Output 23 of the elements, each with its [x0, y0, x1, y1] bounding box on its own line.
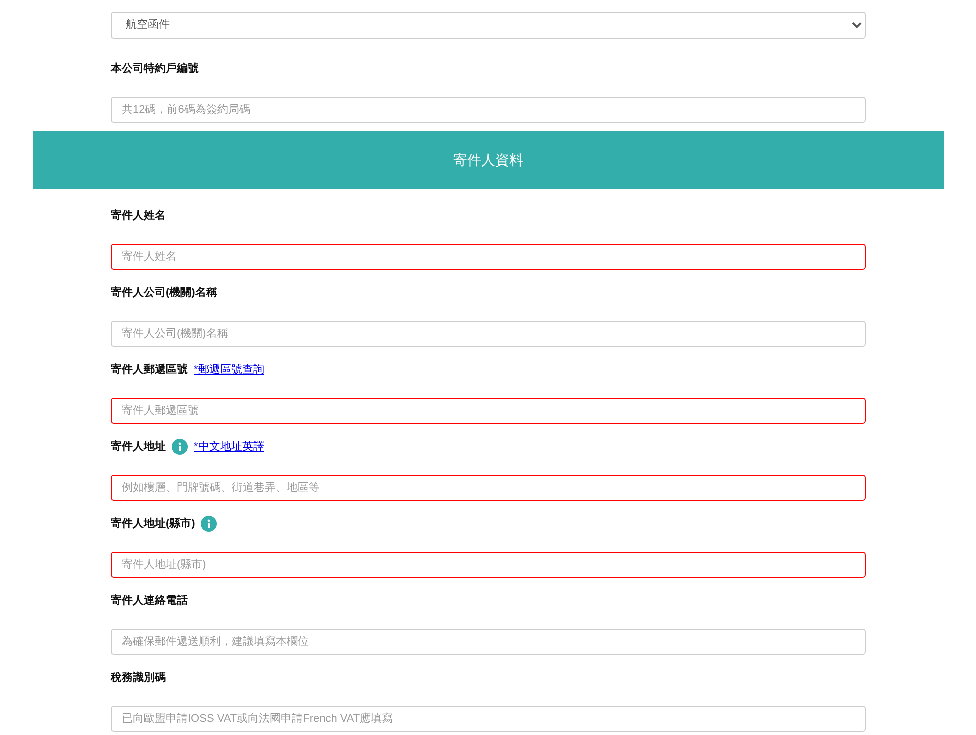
text-input[interactable]: 已向歐盟申請IOSS VAT或向法國申請French VAT應填寫	[111, 706, 866, 732]
text-input[interactable]: 例如樓層、門牌號碼、街道巷弄、地區等	[111, 475, 866, 501]
info-icon[interactable]	[201, 516, 218, 532]
field-label: 寄件人地址(縣市)	[111, 516, 196, 532]
field-label: 寄件人公司(機關)名稱	[111, 286, 218, 301]
text-input[interactable]: 寄件人地址(縣市)	[111, 552, 866, 578]
field-label: 寄件人連絡電話	[111, 594, 188, 609]
help-link[interactable]: *郵遞區號查詢	[194, 360, 264, 380]
field-label: 本公司特約戶編號	[111, 62, 199, 77]
mail-type-select[interactable]: 航空函件	[111, 12, 866, 39]
section-title: 寄件人資料	[454, 150, 524, 170]
text-input[interactable]: 寄件人姓名	[111, 244, 866, 270]
field-label: 寄件人郵遞區號	[111, 362, 188, 378]
help-link[interactable]: *中文地址英譯	[194, 437, 264, 457]
field-label: 寄件人姓名	[111, 208, 166, 224]
text-input[interactable]: 寄件人郵遞區號	[111, 398, 866, 424]
text-input[interactable]: 寄件人公司(機關)名稱	[111, 321, 866, 347]
text-input[interactable]: 為確保郵件遞送順利，建議填寫本欄位	[111, 629, 866, 655]
chevron-down-icon	[852, 22, 862, 29]
info-icon[interactable]	[172, 439, 188, 455]
field-label: 稅務識別碼	[111, 670, 166, 686]
field-label: 寄件人地址	[111, 440, 166, 455]
text-input[interactable]: 共12碼，前6碼為簽約局碼	[111, 97, 866, 123]
